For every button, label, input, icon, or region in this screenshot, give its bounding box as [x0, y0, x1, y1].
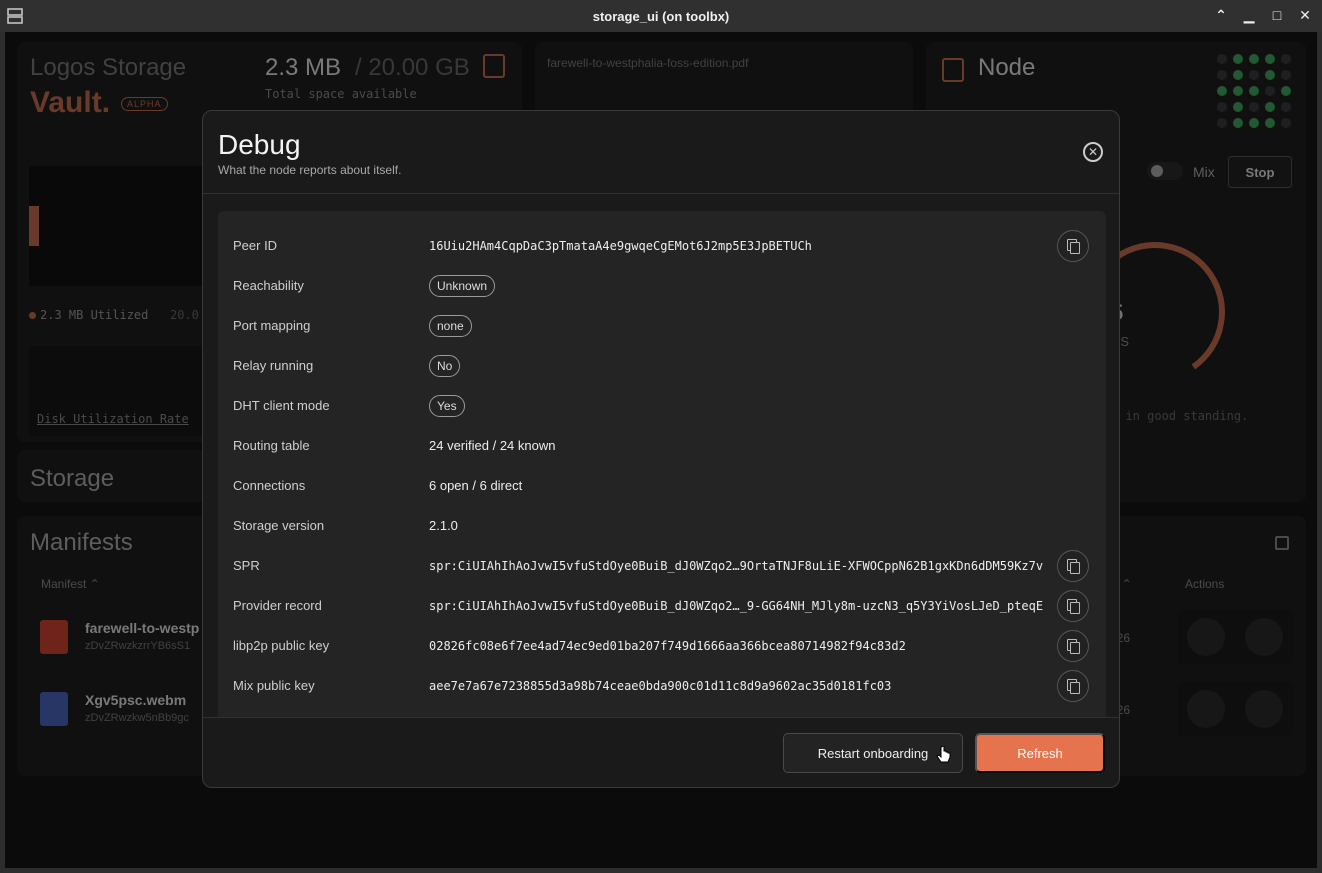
spr-value: spr:CiUIAhIhAoJvwI5vfuStdOye0BuiB_dJ0WZq…: [429, 559, 1044, 573]
libp2p-key-value: 02826fc08e6f7ee4ad74ec9ed01ba207f749d166…: [429, 639, 906, 653]
info-label: Mix public key: [233, 678, 315, 693]
minimize-icon[interactable]: ▁: [1240, 6, 1258, 24]
refresh-button[interactable]: Refresh: [975, 733, 1105, 773]
port-mapping-badge: none: [429, 315, 472, 337]
info-row-relay: Relay running No: [218, 346, 1106, 386]
copy-icon: [1067, 679, 1080, 694]
provider-record-value: spr:CiUIAhIhAoJvwI5vfuStdOye0BuiB_dJ0WZq…: [429, 599, 1044, 613]
reachability-badge: Unknown: [429, 275, 496, 297]
info-label: Routing table: [233, 438, 310, 453]
info-row-libp2p-key: libp2p public key 02826fc08e6f7ee4ad74ec…: [218, 626, 1106, 666]
info-row-provider-record: Provider record spr:CiUIAhIhAoJvwI5vfuSt…: [218, 586, 1106, 626]
footer-divider: [203, 717, 1119, 718]
copy-icon: [1067, 639, 1080, 654]
copy-mix-key-button[interactable]: [1057, 670, 1089, 702]
minimize-chevron-icon[interactable]: ⌃: [1212, 6, 1230, 24]
dht-badge: Yes: [429, 395, 465, 417]
copy-icon: [1067, 559, 1080, 574]
close-icon[interactable]: ✕: [1083, 142, 1103, 162]
window-title: storage_ui (on toolbx): [592, 8, 730, 24]
info-label: Peer ID: [233, 238, 278, 253]
modal-subtitle: What the node reports about itself.: [218, 163, 402, 177]
info-label: Provider record: [233, 598, 322, 613]
info-row-peer-id: Peer ID 16Uiu2HAm4CqpDaC3pTmataA4e9gwqeC…: [218, 226, 1106, 266]
maximize-icon[interactable]: □: [1268, 6, 1286, 24]
info-label: Reachability: [233, 278, 304, 293]
info-label: DHT client mode: [233, 398, 330, 413]
info-row-reachability: Reachability Unknown: [218, 266, 1106, 306]
info-row-routing: Routing table 24 verified / 24 known: [218, 426, 1106, 466]
info-label: SPR: [233, 558, 260, 573]
peer-id-value: 16Uiu2HAm4CqpDaC3pTmataA4e9gwqeCgEMot6J2…: [429, 239, 812, 253]
routing-table-value: 24 verified / 24 known: [429, 438, 556, 453]
copy-icon: [1067, 239, 1080, 254]
connections-value: 6 open / 6 direct: [429, 478, 523, 493]
modal-divider: [203, 193, 1119, 194]
copy-libp2p-key-button[interactable]: [1057, 630, 1089, 662]
storage-version-value: 2.1.0: [429, 518, 458, 533]
info-label: Storage version: [233, 518, 325, 533]
info-row-mix-key: Mix public key aee7e7a67e7238855d3a98b74…: [218, 666, 1106, 706]
app-icon: [7, 8, 23, 24]
info-row-spr: SPR spr:CiUIAhIhAoJvwI5vfuStdOye0BuiB_dJ…: [218, 546, 1106, 586]
window-titlebar: storage_ui (on toolbx) ⌃ ▁ □ ✕: [0, 0, 1322, 32]
copy-icon: [1067, 599, 1080, 614]
modal-title: Debug: [218, 129, 301, 160]
debug-modal: Debug What the node reports about itself…: [202, 110, 1120, 788]
copy-spr-button[interactable]: [1057, 550, 1089, 582]
info-label: Relay running: [233, 358, 314, 373]
mix-key-value: aee7e7a67e7238855d3a98b74ceae0bda900c01d…: [429, 679, 892, 693]
relay-badge: No: [429, 355, 461, 377]
info-label: Port mapping: [233, 318, 311, 333]
info-row-dht: DHT client mode Yes: [218, 386, 1106, 426]
info-row-port-mapping: Port mapping none: [218, 306, 1106, 346]
copy-peer-id-button[interactable]: [1057, 230, 1089, 262]
info-row-storage-version: Storage version 2.1.0: [218, 506, 1106, 546]
info-label: libp2p public key: [233, 638, 330, 653]
info-row-connections: Connections 6 open / 6 direct: [218, 466, 1106, 506]
app-window: Logos Storage Vault. ALPHA 2.3 MB / 20.0…: [5, 32, 1317, 868]
debug-info-list: Peer ID 16Uiu2HAm4CqpDaC3pTmataA4e9gwqeC…: [218, 211, 1106, 717]
info-label: Connections: [233, 478, 306, 493]
close-window-icon[interactable]: ✕: [1296, 6, 1314, 24]
hand-cursor-icon: [936, 746, 951, 763]
copy-provider-record-button[interactable]: [1057, 590, 1089, 622]
